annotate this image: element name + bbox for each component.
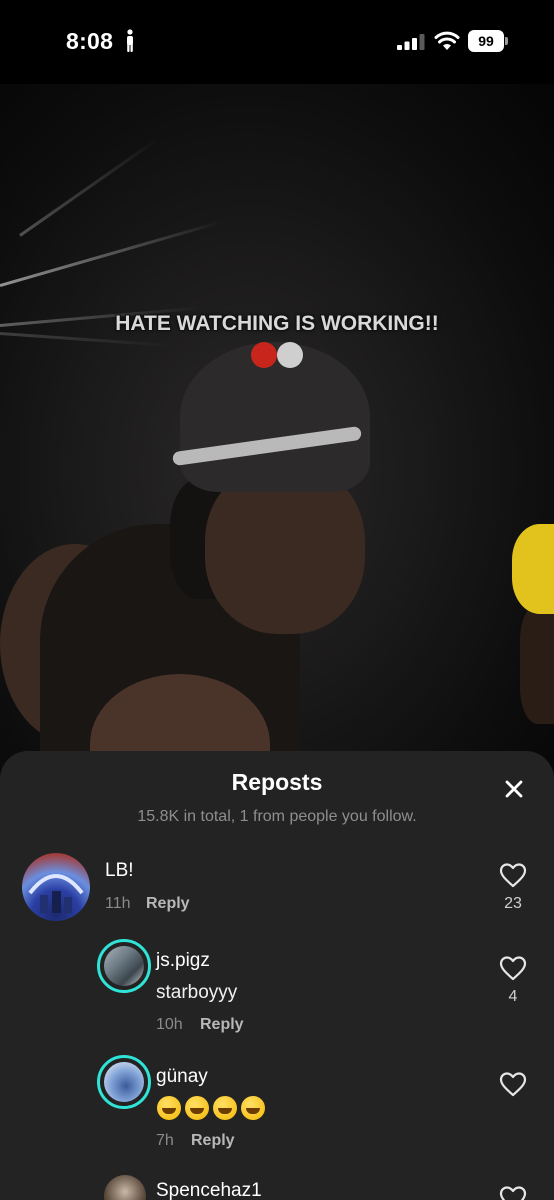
comment-reply-item: Spencehaz1 bbox=[0, 1173, 554, 1200]
signal-icon bbox=[397, 34, 425, 50]
close-icon[interactable] bbox=[500, 775, 528, 803]
heart-icon[interactable] bbox=[499, 955, 527, 981]
video-caption: HATE WATCHING IS WORKING!! bbox=[115, 312, 439, 335]
sheet-subtitle: 15.8K in total, 1 from people you follow… bbox=[137, 808, 417, 825]
like-count: 4 bbox=[508, 988, 518, 1005]
white-dot-icon bbox=[277, 342, 303, 368]
comment-time: 11h bbox=[105, 895, 131, 912]
comment-reply-item: js.pigz starboyyy 10h Reply 4 bbox=[0, 937, 554, 1037]
avatar[interactable] bbox=[22, 853, 90, 921]
status-bar: 8:08 99 bbox=[0, 0, 554, 84]
reposts-sheet: Reposts 15.8K in total, 1 from people yo… bbox=[0, 751, 554, 1200]
heart-icon[interactable] bbox=[499, 1071, 527, 1097]
comment-author[interactable]: Spencehaz1 bbox=[156, 1180, 262, 1200]
red-dot-icon bbox=[251, 342, 277, 368]
reply-button[interactable]: Reply bbox=[191, 1132, 235, 1150]
avatar-story-ring[interactable] bbox=[97, 1055, 151, 1109]
heart-icon[interactable] bbox=[499, 1185, 527, 1200]
comment-time: 7h bbox=[156, 1132, 174, 1149]
battery-level: 99 bbox=[468, 30, 504, 52]
reply-button[interactable]: Reply bbox=[200, 1016, 244, 1034]
comment-time: 10h bbox=[156, 1016, 183, 1033]
rolling-on-floor-laughing-icon bbox=[185, 1096, 209, 1120]
comment-author[interactable]: günay bbox=[156, 1066, 208, 1088]
comment-text: starboyyy bbox=[156, 982, 238, 1003]
rolling-on-floor-laughing-icon bbox=[241, 1096, 265, 1120]
status-time: 8:08 bbox=[66, 28, 114, 54]
video-player[interactable]: HATE WATCHING IS WORKING!! bbox=[0, 84, 554, 784]
comment-item: LB! 11h Reply 23 bbox=[0, 851, 554, 931]
battery-icon: 99 bbox=[468, 30, 508, 52]
person-standing-icon bbox=[127, 29, 133, 52]
comment-emoji-text bbox=[157, 1096, 269, 1122]
rolling-on-floor-laughing-icon bbox=[157, 1096, 181, 1120]
wifi-icon bbox=[434, 31, 460, 50]
comment-author[interactable]: LB! bbox=[105, 860, 134, 882]
like-count: 23 bbox=[504, 895, 522, 912]
avatar-story-ring[interactable] bbox=[97, 939, 151, 993]
comment-reply-item: günay 7h Reply bbox=[0, 1053, 554, 1153]
avatar[interactable] bbox=[104, 1175, 146, 1200]
rolling-on-floor-laughing-icon bbox=[213, 1096, 237, 1120]
heart-icon[interactable] bbox=[499, 862, 527, 888]
comment-author[interactable]: js.pigz bbox=[156, 950, 210, 972]
sheet-title: Reposts bbox=[231, 769, 323, 795]
reply-button[interactable]: Reply bbox=[146, 895, 190, 913]
